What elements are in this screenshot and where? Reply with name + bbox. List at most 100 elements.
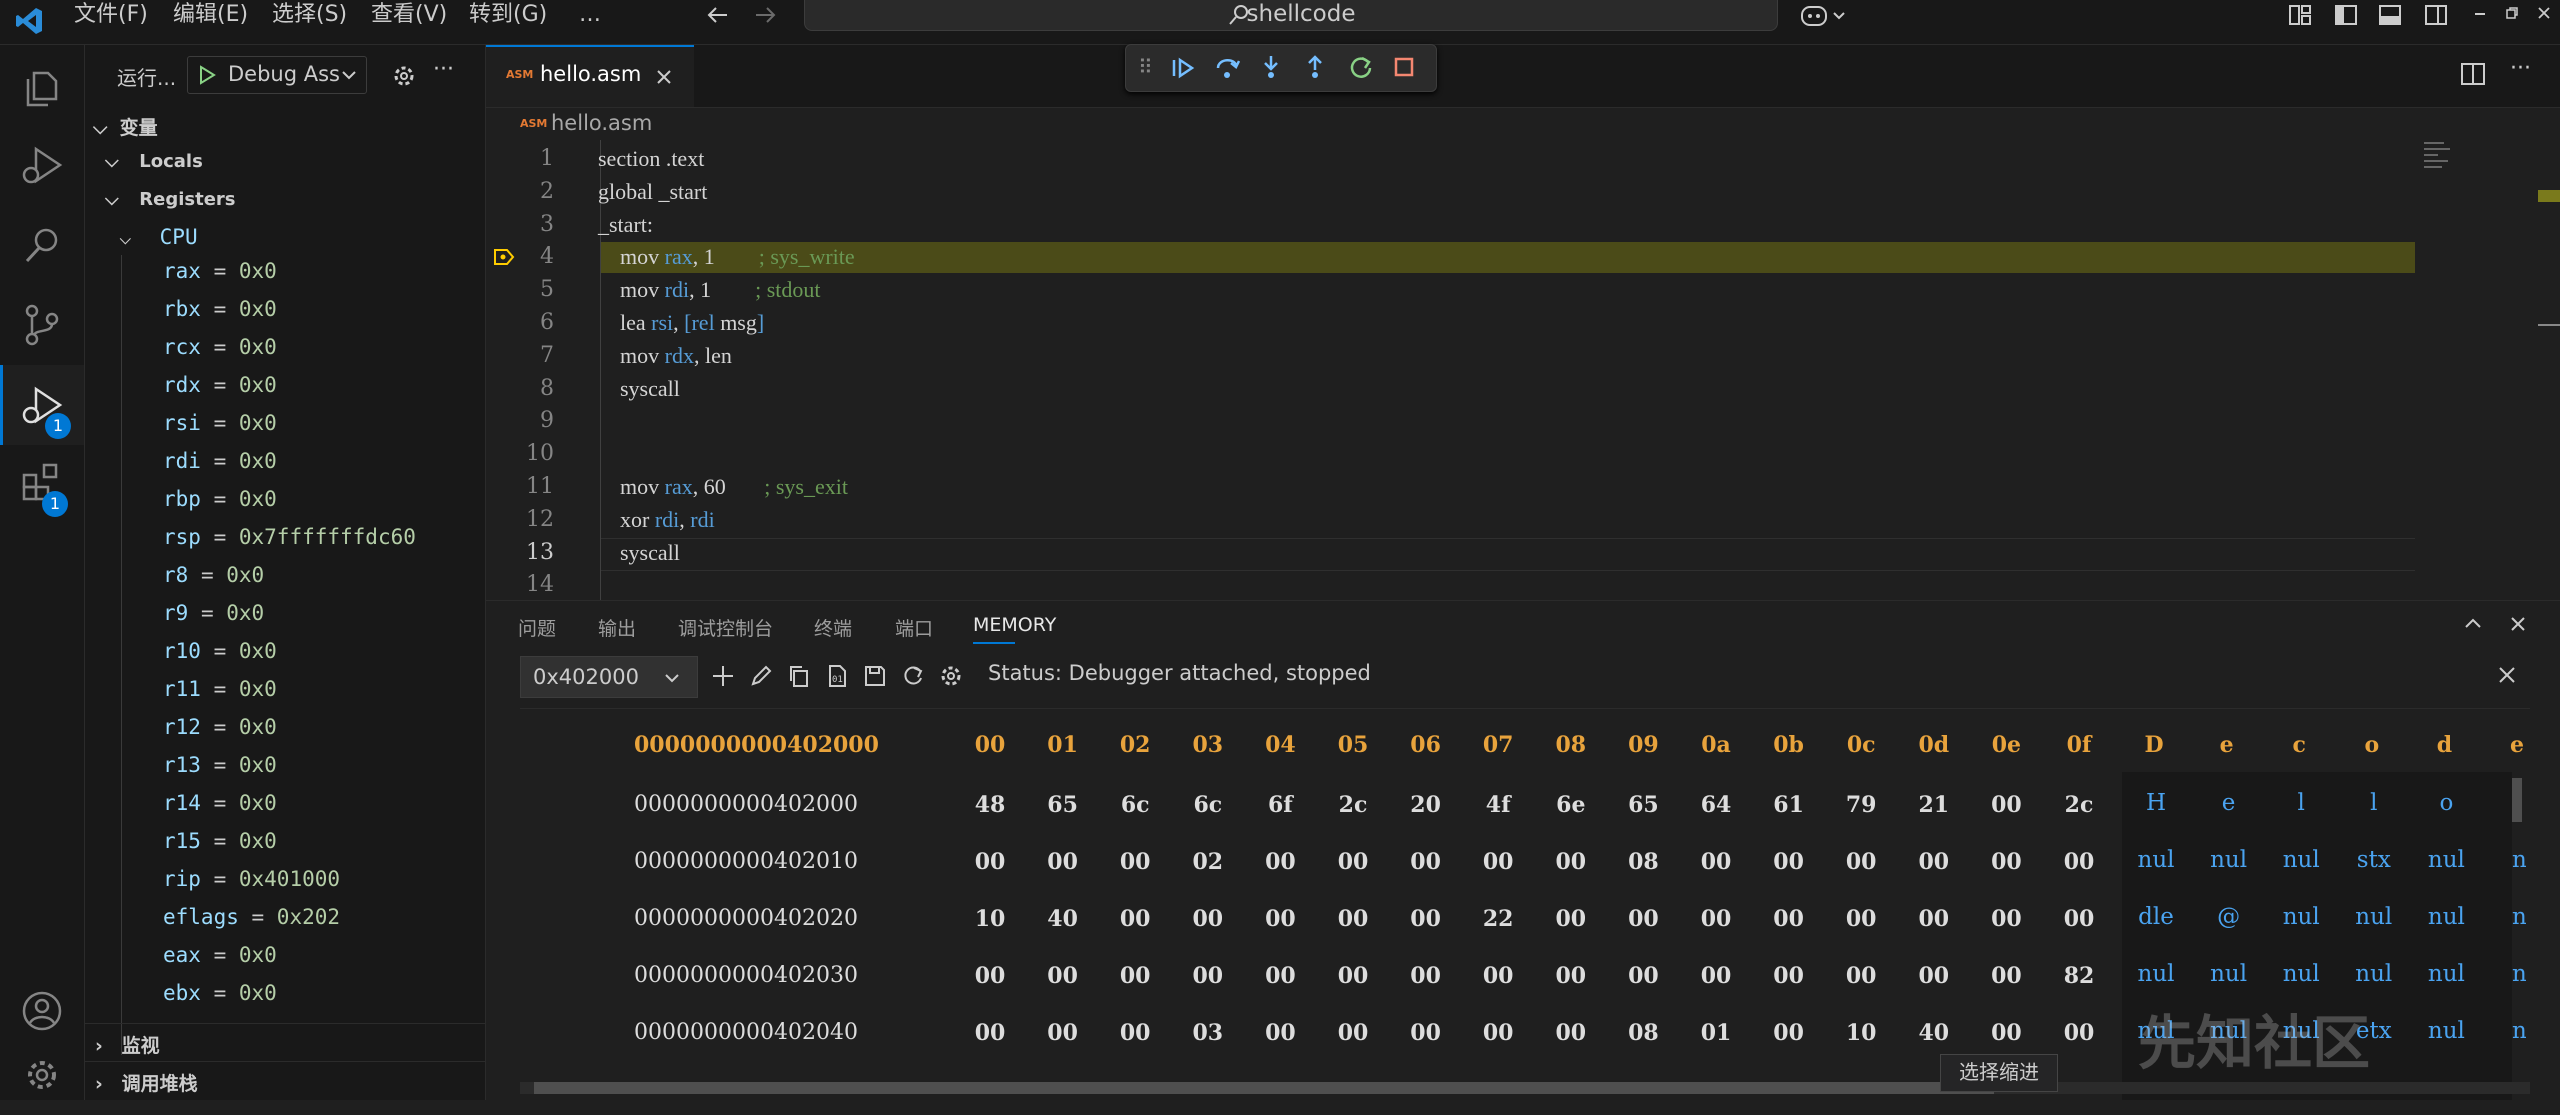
memory-byte[interactable]: 65	[1613, 792, 1673, 818]
memory-byte[interactable]: 00	[1178, 963, 1238, 989]
register-r8[interactable]: r8 = 0x0	[163, 563, 264, 587]
code-line[interactable]: syscall	[598, 540, 680, 566]
memory-byte[interactable]: 48	[960, 792, 1020, 818]
restart-icon[interactable]	[1348, 54, 1374, 80]
memory-byte[interactable]: 00	[1831, 906, 1891, 932]
horizontal-scrollbar-thumb[interactable]	[534, 1082, 1994, 1094]
save-icon[interactable]	[862, 663, 888, 689]
memory-byte[interactable]: 6c	[1105, 792, 1165, 818]
register-ebx[interactable]: ebx = 0x0	[163, 981, 277, 1005]
memory-byte[interactable]: 00	[960, 963, 1020, 989]
edit-icon[interactable]	[748, 663, 774, 689]
toggle-primary-sidebar-icon[interactable]	[2334, 4, 2358, 26]
register-rbx[interactable]: rbx = 0x0	[163, 297, 277, 321]
memory-byte[interactable]: 00	[1759, 1020, 1819, 1046]
code-line[interactable]: global _start	[598, 179, 707, 205]
register-r15[interactable]: r15 = 0x0	[163, 829, 277, 853]
menu-item-0[interactable]: 文件(F)	[74, 0, 148, 32]
memory-byte[interactable]: 00	[1105, 1020, 1165, 1046]
memory-byte[interactable]: 10	[1831, 1020, 1891, 1046]
memory-byte[interactable]: 00	[1541, 906, 1601, 932]
decode-scrollbar[interactable]	[2512, 778, 2522, 822]
copy-icon[interactable]	[786, 663, 812, 689]
panel-tab-3[interactable]: 终端	[814, 614, 852, 641]
memory-byte[interactable]: 00	[1759, 906, 1819, 932]
memory-settings-gear-icon[interactable]	[938, 663, 964, 689]
memory-byte[interactable]: 00	[1759, 963, 1819, 989]
memory-byte[interactable]: 00	[1831, 963, 1891, 989]
register-r14[interactable]: r14 = 0x0	[163, 791, 277, 815]
panel-tab-1[interactable]: 输出	[598, 614, 636, 641]
memory-byte[interactable]: 00	[1976, 906, 2036, 932]
add-icon[interactable]	[710, 663, 736, 689]
register-eax[interactable]: eax = 0x0	[163, 943, 277, 967]
register-r12[interactable]: r12 = 0x0	[163, 715, 277, 739]
menu-item-4[interactable]: 转到(G)	[469, 0, 547, 32]
register-rbp[interactable]: rbp = 0x0	[163, 487, 277, 511]
memory-byte[interactable]: 00	[1976, 849, 2036, 875]
memory-byte[interactable]: 10	[960, 906, 1020, 932]
memory-byte[interactable]: 00	[1105, 963, 1165, 989]
registers-scope[interactable]: ⌵ Registers	[105, 189, 236, 210]
memory-byte[interactable]: 00	[1250, 906, 1310, 932]
watch-section[interactable]: › 监视	[95, 1031, 160, 1058]
address-select[interactable]: 0x402000	[520, 656, 698, 698]
panel-tab-4[interactable]: 端口	[895, 614, 933, 641]
memory-byte[interactable]: 6c	[1178, 792, 1238, 818]
code-line[interactable]: _start:	[598, 212, 653, 238]
refresh-icon[interactable]	[900, 663, 926, 689]
register-rip[interactable]: rip = 0x401000	[163, 867, 340, 891]
memory-byte[interactable]: 00	[1686, 906, 1746, 932]
register-r9[interactable]: r9 = 0x0	[163, 601, 264, 625]
register-eflags[interactable]: eflags = 0x202	[163, 905, 340, 929]
memory-byte[interactable]: 00	[1250, 1020, 1310, 1046]
memory-byte[interactable]: 4f	[1468, 792, 1528, 818]
debug-config-select[interactable]: Debug Ass	[187, 56, 367, 94]
manage-gear-icon[interactable]	[0, 1035, 84, 1115]
breadcrumb[interactable]: hello.asm	[551, 111, 652, 135]
register-rax[interactable]: rax = 0x0	[163, 259, 277, 283]
memory-byte[interactable]: 00	[960, 849, 1020, 875]
toggle-secondary-sidebar-icon[interactable]	[2424, 4, 2448, 26]
back-arrow-icon[interactable]	[703, 1, 733, 29]
memory-byte[interactable]: 00	[1831, 849, 1891, 875]
memory-byte[interactable]: 00	[2049, 849, 2109, 875]
memory-byte[interactable]: 20	[1396, 792, 1456, 818]
customize-layout-icon[interactable]	[2288, 4, 2312, 26]
panel-tab-0[interactable]: 问题	[518, 614, 556, 641]
restore-icon[interactable]	[2504, 5, 2520, 21]
binary-file-icon[interactable]: 01	[824, 663, 850, 689]
memory-byte[interactable]: 00	[1105, 849, 1165, 875]
memory-byte[interactable]: 79	[1831, 792, 1891, 818]
horizontal-scrollbar-track[interactable]	[520, 1082, 2530, 1094]
register-rsi[interactable]: rsi = 0x0	[163, 411, 277, 435]
search-sidebar-icon[interactable]	[0, 205, 84, 285]
memory-byte[interactable]: 00	[1396, 906, 1456, 932]
cpu-group[interactable]: ⌵ CPU	[119, 225, 198, 249]
memory-byte[interactable]: 00	[2049, 1020, 2109, 1046]
memory-byte[interactable]: 08	[1613, 1020, 1673, 1046]
memory-byte[interactable]: 08	[1613, 849, 1673, 875]
memory-byte[interactable]: 00	[1323, 906, 1383, 932]
code-line[interactable]: syscall	[598, 376, 680, 402]
menu-item-1[interactable]: 编辑(E)	[173, 0, 248, 32]
memory-byte[interactable]: 00	[1033, 1020, 1093, 1046]
locals-scope[interactable]: ⌵ Locals	[105, 151, 203, 172]
explorer-icon[interactable]	[0, 45, 84, 125]
memory-byte[interactable]: 00	[1904, 963, 1964, 989]
memory-byte[interactable]: 02	[1178, 849, 1238, 875]
split-editor-icon[interactable]	[2460, 62, 2486, 86]
callstack-section[interactable]: › 调用堆栈	[95, 1069, 198, 1096]
tab-hello-asm[interactable]: ASM hello.asm	[486, 45, 694, 107]
memory-byte[interactable]: 21	[1904, 792, 1964, 818]
run-debug-icon[interactable]	[0, 125, 84, 205]
extensions-icon[interactable]: 1	[0, 445, 84, 525]
memory-byte[interactable]: 00	[1178, 906, 1238, 932]
toggle-panel-icon[interactable]	[2378, 4, 2402, 26]
memory-byte[interactable]: 00	[1613, 906, 1673, 932]
menu-item-5[interactable]: …	[579, 0, 601, 32]
drag-handle-icon[interactable]: ⠿	[1138, 55, 1153, 79]
memory-byte[interactable]: 40	[1904, 1020, 1964, 1046]
code-line[interactable]: xor rdi, rdi	[598, 507, 715, 533]
close-panel-icon[interactable]	[2508, 614, 2528, 634]
